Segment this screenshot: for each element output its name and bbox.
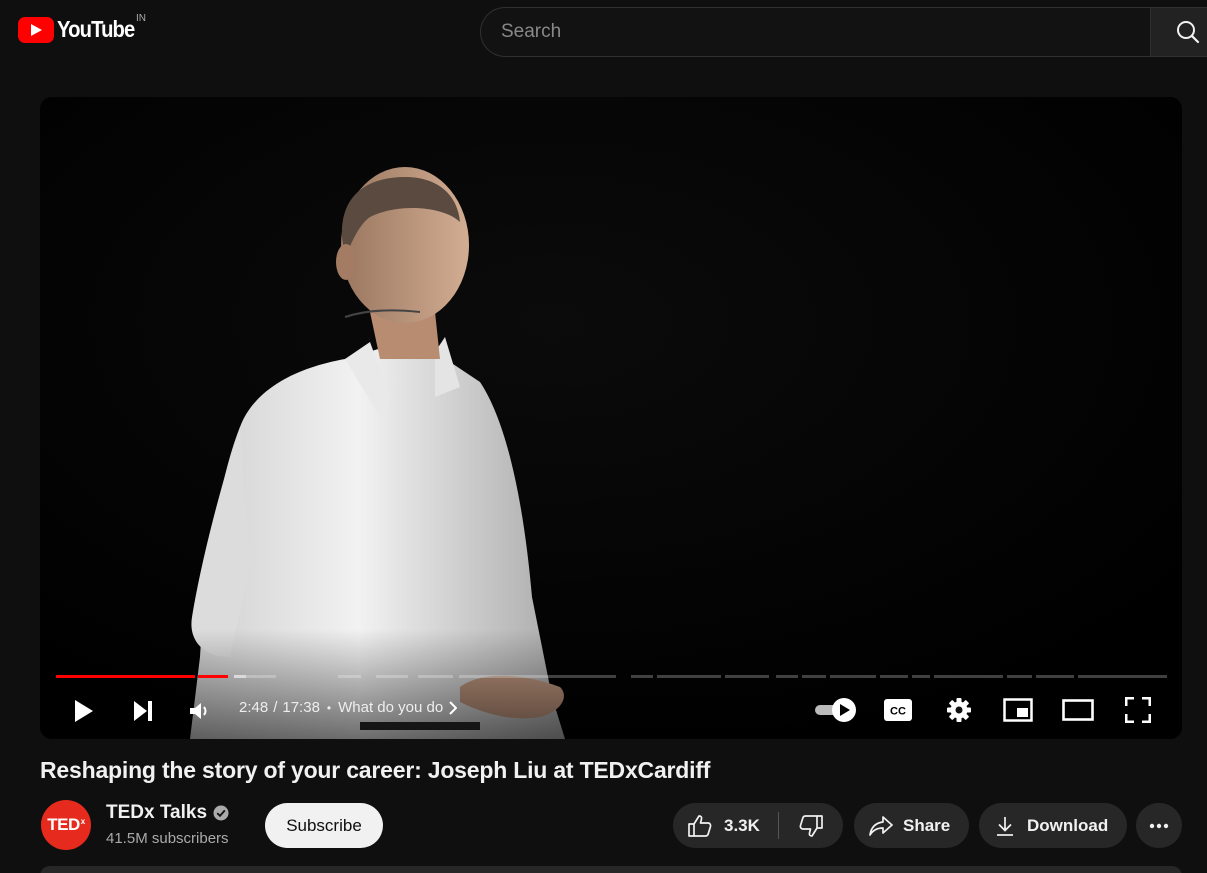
- chapter-segment[interactable]: [338, 675, 361, 678]
- chapter-segment[interactable]: [459, 675, 616, 678]
- autoplay-toggle[interactable]: [811, 692, 859, 728]
- description-panel-edge: [40, 866, 1182, 873]
- youtube-play-logo-icon: [18, 16, 54, 43]
- thumbs-down-icon: [799, 814, 823, 837]
- chapter-segment[interactable]: [418, 675, 453, 678]
- fullscreen-button[interactable]: [1119, 692, 1157, 728]
- captions-icon: CC: [884, 699, 912, 721]
- chapter-segment[interactable]: [198, 675, 228, 678]
- video-title: Reshaping the story of your career: Jose…: [40, 757, 711, 783]
- region-code: IN: [136, 13, 146, 24]
- progress-bar[interactable]: [56, 675, 1167, 679]
- top-bar: YouTube IN: [0, 0, 1207, 64]
- like-button[interactable]: 3.3K: [673, 803, 760, 848]
- chapter-segment[interactable]: [802, 675, 826, 678]
- chapter-segment[interactable]: [880, 675, 908, 678]
- search-input[interactable]: [501, 21, 1150, 43]
- time-total: 17:38: [282, 699, 320, 716]
- subscribe-button[interactable]: Subscribe: [265, 803, 383, 848]
- chapter-segment[interactable]: [657, 675, 721, 678]
- chapter-segment[interactable]: [934, 675, 1003, 678]
- like-dislike-group: 3.3K: [673, 803, 843, 848]
- search-button[interactable]: [1150, 7, 1207, 57]
- chapter-segment[interactable]: [234, 675, 276, 678]
- subscriber-count: 41.5M subscribers: [106, 830, 229, 847]
- thumbs-up-icon: [688, 814, 712, 837]
- play-icon: [75, 700, 93, 722]
- captions-button[interactable]: CC: [879, 692, 917, 728]
- youtube-logo[interactable]: YouTube: [18, 16, 145, 43]
- channel-avatar[interactable]: TED x: [41, 800, 91, 850]
- verified-check-icon: [213, 805, 229, 821]
- chapter-title-button[interactable]: What do you do: [338, 699, 458, 716]
- settings-gear-icon: [947, 698, 971, 722]
- share-icon: [869, 815, 893, 836]
- played-fill: [56, 675, 195, 678]
- played-fill: [198, 675, 228, 678]
- chapter-segment[interactable]: [776, 675, 798, 678]
- theater-mode-icon: [1062, 699, 1094, 721]
- miniplayer-icon: [1003, 698, 1033, 722]
- video-player[interactable]: 2:48 / 17:38 • What do you do CC: [40, 97, 1182, 739]
- chapter-segment[interactable]: [1007, 675, 1032, 678]
- next-icon: [134, 701, 152, 721]
- time-separator: /: [273, 699, 278, 716]
- chapter-segment[interactable]: [912, 675, 930, 678]
- time-display: 2:48 / 17:38 • What do you do: [239, 699, 458, 716]
- dislike-button[interactable]: [779, 803, 843, 848]
- download-button[interactable]: Download: [979, 803, 1127, 848]
- volume-icon: [190, 703, 207, 719]
- more-actions-button[interactable]: [1136, 803, 1182, 848]
- miniplayer-button[interactable]: [999, 692, 1037, 728]
- download-label: Download: [1027, 815, 1109, 835]
- play-button[interactable]: [66, 693, 102, 729]
- search-icon: [1177, 21, 1200, 44]
- logo-wordmark: YouTube: [57, 16, 135, 42]
- chapter-title: What do you do: [338, 699, 444, 716]
- chapter-segment[interactable]: [725, 675, 769, 678]
- like-count: 3.3K: [724, 815, 760, 835]
- chapter-dot: •: [326, 700, 332, 715]
- buffered-fill: [234, 675, 246, 678]
- settings-button[interactable]: [940, 692, 978, 728]
- autoplay-toggle-icon: [815, 698, 856, 722]
- chapter-segment[interactable]: [830, 675, 876, 678]
- search-box: [480, 7, 1150, 57]
- chapter-segment[interactable]: [376, 675, 408, 678]
- chapter-segment[interactable]: [1036, 675, 1074, 678]
- avatar-superscript: x: [80, 816, 85, 826]
- more-horizontal-icon: [1149, 823, 1169, 828]
- share-label: Share: [903, 815, 951, 835]
- chevron-right-icon: [449, 700, 458, 715]
- chapter-segment[interactable]: [1078, 675, 1167, 678]
- avatar-text: TED: [47, 815, 80, 834]
- time-current: 2:48: [239, 699, 269, 716]
- chapter-segment[interactable]: [631, 675, 653, 678]
- channel-name-link[interactable]: TEDx Talks: [106, 802, 229, 824]
- share-button[interactable]: Share: [854, 803, 969, 848]
- download-icon: [997, 816, 1013, 836]
- theater-mode-button[interactable]: [1059, 692, 1097, 728]
- mute-button[interactable]: [182, 693, 218, 729]
- captions-label: CC: [890, 706, 906, 718]
- channel-name: TEDx Talks: [106, 802, 208, 823]
- chapter-segment[interactable]: [56, 675, 195, 678]
- next-button[interactable]: [125, 693, 161, 729]
- fullscreen-icon: [1125, 697, 1151, 723]
